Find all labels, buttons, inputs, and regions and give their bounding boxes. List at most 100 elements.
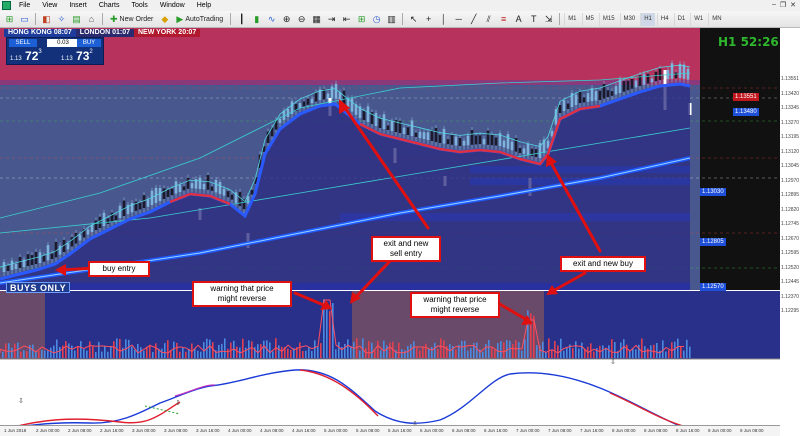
text-tool-icon[interactable]: A	[512, 13, 525, 26]
meta-editor-icon[interactable]: ◆	[158, 13, 171, 26]
timeframe-m5[interactable]: M5	[581, 12, 597, 26]
volume-bar	[83, 349, 85, 358]
bid-price[interactable]: 1.13 723	[10, 49, 42, 63]
volume-bar	[602, 345, 604, 358]
vertical-line-icon[interactable]: │	[437, 13, 450, 26]
menu-view[interactable]: View	[36, 2, 63, 9]
volume-bar	[347, 339, 349, 358]
menu-tools[interactable]: Tools	[125, 2, 153, 9]
zoom-out-icon[interactable]: ⊖	[295, 13, 308, 26]
volume-bar	[20, 351, 22, 358]
lot-size-input[interactable]: 0.03	[47, 39, 79, 47]
volume-bar	[182, 347, 184, 358]
volume-bar	[167, 340, 169, 358]
price-axis-label: 1.13045	[781, 163, 800, 169]
price-chart-canvas[interactable]: ⇩⇩⇩⇩⇩	[0, 28, 800, 436]
volume-bar	[461, 340, 463, 358]
volume-bar	[605, 348, 607, 358]
trendline-icon[interactable]: ╱	[467, 13, 480, 26]
new-order-button[interactable]: ✚ New Order	[107, 13, 156, 26]
line-chart-icon[interactable]: ∿	[265, 13, 278, 26]
volume-bar	[131, 346, 133, 358]
strategy-tester-icon[interactable]: ⌂	[85, 13, 98, 26]
volume-bar	[626, 344, 628, 358]
timeframe-m30[interactable]: M30	[619, 12, 639, 26]
minimize-icon[interactable]: –	[772, 1, 776, 9]
close-icon[interactable]: ✕	[790, 1, 796, 9]
volume-bar	[272, 351, 274, 358]
autoscroll-icon[interactable]: ⇤	[340, 13, 353, 26]
autotrading-button[interactable]: ▶ AutoTrading	[173, 13, 226, 26]
market-watch-icon[interactable]: ◧	[40, 13, 53, 26]
menu-insert[interactable]: Insert	[63, 2, 93, 9]
candle-body	[446, 139, 450, 145]
timeframe-mn[interactable]: MN	[708, 12, 724, 26]
volume-bar	[377, 340, 379, 358]
candle-body	[74, 232, 78, 244]
price-axis	[780, 28, 800, 436]
volume-bar	[269, 342, 271, 358]
tile-windows-icon[interactable]: ▦	[310, 13, 323, 26]
periods-icon[interactable]: ◷	[370, 13, 383, 26]
volume-bar	[2, 351, 4, 358]
buy-button[interactable]: BUY	[77, 39, 101, 47]
timeframe-d1[interactable]: D1	[673, 12, 689, 26]
candle-body	[14, 264, 18, 269]
price-box-support-2: 1.12805	[700, 238, 726, 246]
indicators-icon[interactable]: ⊞	[355, 13, 368, 26]
volume-bar	[680, 345, 682, 358]
candle-body	[114, 215, 118, 220]
volume-bar	[62, 345, 64, 358]
timeframe-h4[interactable]: H4	[656, 12, 672, 26]
cursor-icon[interactable]: ↖	[407, 13, 420, 26]
menu-window[interactable]: Window	[154, 2, 191, 9]
candle-body	[622, 81, 626, 92]
ask-prefix: 1.13	[61, 56, 73, 62]
candle-body	[18, 256, 22, 268]
fibonacci-icon[interactable]: ≡	[497, 13, 510, 26]
candle-body	[642, 73, 646, 85]
menu-charts[interactable]: Charts	[93, 2, 126, 9]
volume-bar	[638, 344, 640, 358]
crosshair-icon[interactable]: +	[422, 13, 435, 26]
timeframe-h1[interactable]: H1	[640, 12, 655, 26]
timeframe-w1[interactable]: W1	[690, 12, 706, 26]
restore-icon[interactable]: ❐	[780, 1, 786, 9]
price-box-current: 1.13480	[733, 108, 759, 116]
volume-bar	[59, 346, 61, 358]
candle-body	[2, 262, 6, 272]
timeframe-m1[interactable]: M1	[564, 12, 579, 26]
exit-buy-note: exit and new buy	[560, 256, 646, 272]
candle-body	[98, 216, 102, 228]
templates-icon[interactable]: ▥	[385, 13, 398, 26]
chart-shift-icon[interactable]: ⇥	[325, 13, 338, 26]
volume-bar	[185, 351, 187, 358]
channel-icon[interactable]: ⫽	[482, 13, 495, 26]
volume-bar	[260, 344, 262, 358]
volume-bar	[404, 350, 406, 358]
label-tool-icon[interactable]: T	[527, 13, 540, 26]
volume-bar	[482, 351, 484, 358]
menu-file[interactable]: File	[13, 2, 36, 9]
sell-button[interactable]: SELL	[9, 39, 37, 47]
navigator-icon[interactable]: ✧	[55, 13, 68, 26]
horizontal-line-icon[interactable]: ─	[452, 13, 465, 26]
arrows-tool-icon[interactable]: ⇲	[542, 13, 555, 26]
bar-chart-icon[interactable]: ┃	[235, 13, 248, 26]
time-axis-label: 7 Jun 16:00	[580, 428, 604, 433]
zoom-in-icon[interactable]: ⊕	[280, 13, 293, 26]
new-chart-icon[interactable]: ⊞	[3, 13, 16, 26]
candlestick-icon[interactable]: ▮	[250, 13, 263, 26]
candle-body	[678, 63, 682, 78]
terminal-icon[interactable]: ▤	[70, 13, 83, 26]
ask-price[interactable]: 1.13 732	[61, 49, 93, 63]
volume-bar	[425, 343, 427, 358]
time-axis-label: 6 Jun 08:00	[452, 428, 476, 433]
volume-bar	[431, 347, 433, 358]
candle-body	[54, 241, 58, 258]
chart-window[interactable]: ⇩⇩⇩⇩⇩	[0, 28, 800, 436]
timeframe-m15[interactable]: M15	[598, 12, 618, 26]
menu-help[interactable]: Help	[191, 2, 217, 9]
profiles-icon[interactable]: ▭	[18, 13, 31, 26]
candle-body	[438, 134, 442, 143]
